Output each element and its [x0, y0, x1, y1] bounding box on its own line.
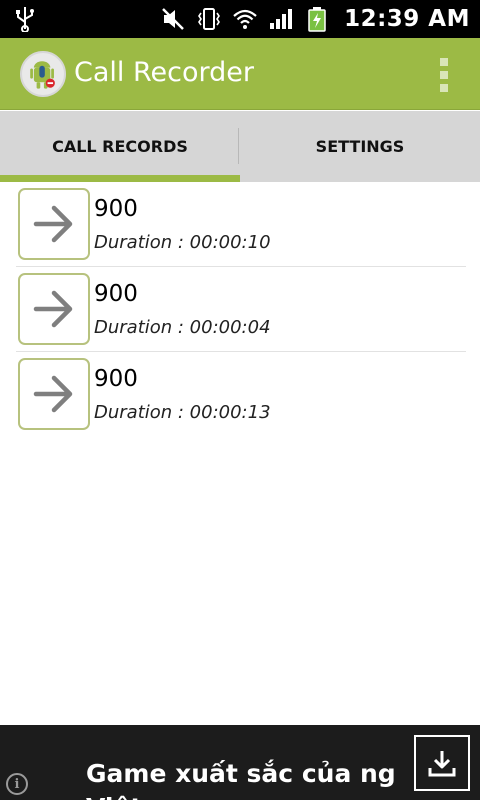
usb-icon [16, 7, 34, 32]
wifi-icon [233, 9, 257, 29]
download-icon [428, 751, 456, 777]
play-button[interactable] [18, 188, 90, 260]
action-bar: Call Recorder [0, 38, 480, 110]
menu-dot [440, 84, 448, 92]
record-number: 900 [94, 366, 138, 392]
download-button[interactable] [414, 735, 470, 791]
menu-dot [440, 58, 448, 66]
ad-banner[interactable]: i Game xuất sắc của ng Việt [0, 725, 480, 800]
call-recorder-app-icon [20, 51, 66, 97]
battery-charging-icon [308, 7, 326, 32]
record-number: 900 [94, 281, 138, 307]
record-number: 900 [94, 196, 138, 222]
play-button[interactable] [18, 273, 90, 345]
overflow-menu-icon[interactable] [438, 58, 450, 92]
mute-icon [162, 8, 184, 30]
ad-text: Game xuất sắc của ng Việt [86, 759, 396, 800]
list-item[interactable]: 900 Duration : 00:00:10 [16, 182, 466, 267]
record-duration: Duration : 00:00:10 [94, 232, 271, 253]
info-icon[interactable]: i [6, 773, 28, 795]
tab-bar: CALL RECORDS SETTINGS [0, 111, 480, 182]
menu-dot [440, 71, 448, 79]
status-time: 12:39 AM [344, 6, 470, 32]
call-records-list: 900 Duration : 00:00:10 900 Duration : 0… [0, 182, 480, 437]
list-item[interactable]: 900 Duration : 00:00:13 [16, 352, 466, 437]
vibrate-icon [198, 8, 221, 30]
app-title: Call Recorder [74, 57, 254, 88]
arrow-right-icon [33, 375, 73, 413]
status-bar: 12:39 AM [0, 0, 480, 38]
tab-call-records[interactable]: CALL RECORDS [0, 111, 240, 182]
play-button[interactable] [18, 358, 90, 430]
list-item[interactable]: 900 Duration : 00:00:04 [16, 267, 466, 352]
record-duration: Duration : 00:00:13 [94, 402, 271, 423]
arrow-right-icon [33, 205, 73, 243]
arrow-right-icon [33, 290, 73, 328]
tab-divider [238, 128, 239, 164]
tab-settings[interactable]: SETTINGS [240, 111, 480, 182]
signal-icon [270, 9, 293, 29]
record-duration: Duration : 00:00:04 [94, 317, 271, 338]
